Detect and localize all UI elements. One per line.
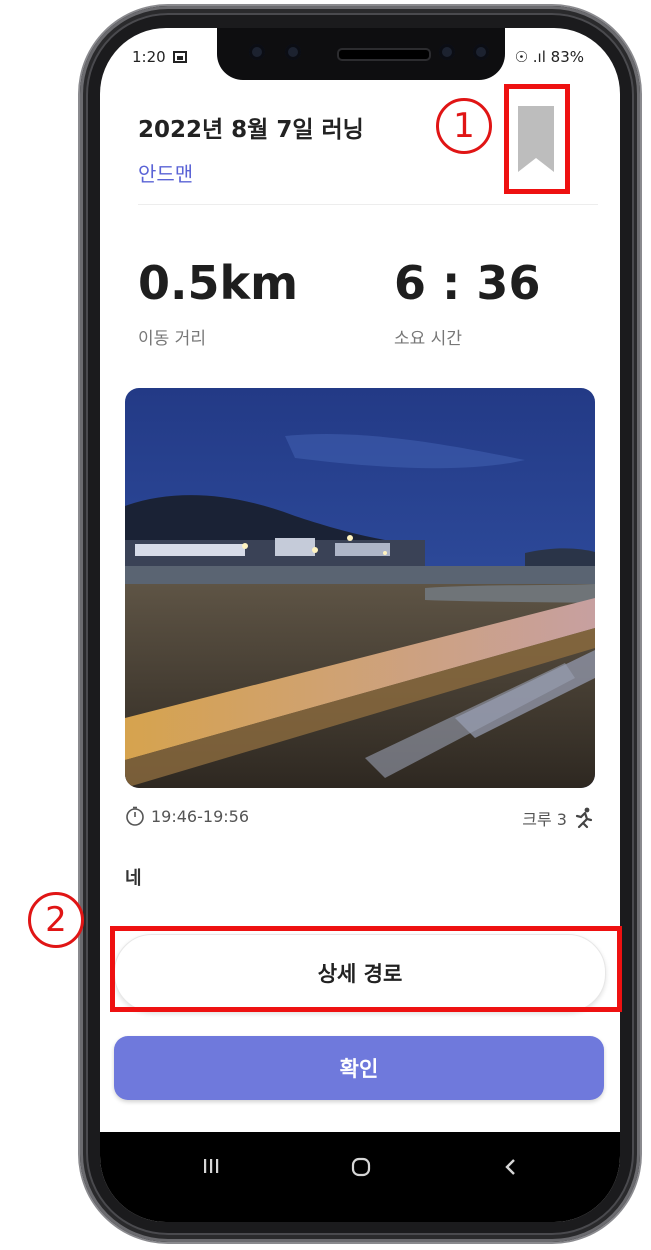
time-range-text: 19:46-19:56: [151, 806, 249, 826]
distance-value: 0.5km: [138, 256, 299, 310]
author-name[interactable]: 안드맨: [138, 158, 193, 187]
night-river-photo: [125, 388, 595, 788]
front-camera-icon: [439, 44, 455, 60]
home-icon[interactable]: [350, 1156, 372, 1178]
annotation-box-route: [110, 926, 622, 1012]
system-nav-bar: [100, 1132, 620, 1222]
annotation-box-bookmark: [504, 84, 570, 194]
sensor-icon: [285, 44, 301, 60]
back-icon[interactable]: [502, 1156, 518, 1178]
distance-label: 이동 거리: [138, 329, 206, 349]
run-photo: [125, 388, 595, 788]
sensor-icon: [249, 44, 265, 60]
status-indicators: ☉ .ıl 83%: [514, 48, 584, 66]
app-screen: 1:20 ☉ .ıl 83% 2022년 8월 7일 러닝 안드맨 0.5km …: [100, 28, 620, 1222]
recent-apps-icon[interactable]: [202, 1156, 220, 1176]
crew-count-text: 크루 3: [522, 810, 567, 829]
status-time: 1:20: [132, 48, 188, 66]
annotation-marker-2: 2: [28, 892, 84, 948]
status-time-text: 1:20: [132, 48, 166, 66]
duration-value: 6 : 36: [394, 256, 541, 310]
header-divider: [138, 204, 598, 205]
earpiece-speaker: [337, 48, 431, 61]
crew-count: 크루 3: [522, 806, 595, 830]
sensor-icon: [473, 44, 489, 60]
run-memo: 네: [125, 868, 142, 889]
run-title: 2022년 8월 7일 러닝: [138, 117, 364, 143]
gallery-notification-icon: [173, 51, 188, 63]
run-time-range: 19:46-19:56: [125, 806, 249, 826]
stopwatch-icon: [126, 806, 144, 826]
duration-label: 소요 시간: [394, 329, 462, 349]
camera-notch: [217, 28, 505, 80]
confirm-button[interactable]: 확인: [114, 1036, 604, 1100]
runner-icon: [575, 807, 593, 829]
annotation-marker-1: 1: [436, 98, 492, 154]
